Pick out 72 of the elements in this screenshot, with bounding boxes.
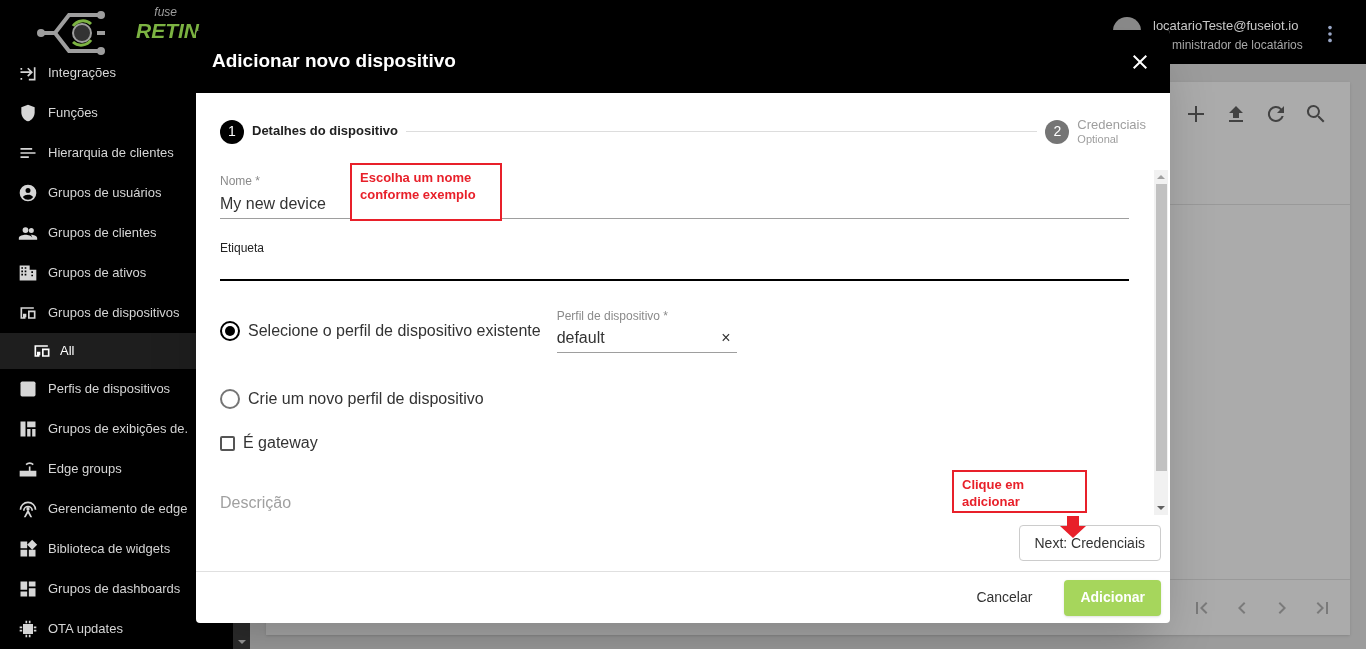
sidebar-item-label: Funções: [48, 104, 98, 123]
shield-icon: [18, 103, 38, 123]
radio-button[interactable]: [220, 389, 240, 409]
dialog-title: Adicionar novo dispositivo: [212, 49, 456, 74]
field-value: My new device: [220, 194, 326, 214]
sidebar-item-label: Integrações: [48, 64, 116, 83]
arrow: [1060, 516, 1086, 538]
sidebar-item-label: Grupos de ativos: [48, 264, 147, 283]
sidebar-item[interactable]: Grupos de ativos: [0, 253, 196, 293]
sidebar-item-label: Perfis de dispositivos: [48, 380, 171, 399]
chip-icon: [18, 619, 38, 639]
radio-option[interactable]: Crie um novo perfil de dispositivo: [220, 387, 484, 411]
radio-option[interactable]: Selecione o perfil de dispositivo existente: [220, 318, 541, 343]
cancel-button[interactable]: Cancelar: [976, 587, 1033, 608]
sidebar-item[interactable]: Biblioteca de widgets: [0, 529, 196, 569]
sidebar-item[interactable]: Grupos de exibições de.: [0, 409, 196, 449]
user-email: locatarioTeste@fuseiot.io: [1153, 17, 1299, 35]
sidebar-item-label: Grupos de dispositivos: [48, 304, 180, 323]
dashboard-icon: [18, 579, 38, 599]
scrollbar[interactable]: [233, 623, 250, 649]
user-role: ministrador de locatários: [1172, 37, 1303, 54]
sidebar-item-label: Gerenciamento de edge: [48, 500, 188, 519]
sidebar-item-label: Grupos de clientes: [48, 224, 157, 243]
logo-text: RETIN: [136, 20, 199, 41]
annotation-text: Clique em adicionar: [962, 476, 1026, 510]
clear-button[interactable]: ×: [721, 327, 731, 348]
gateway-checkbox[interactable]: É gateway: [220, 431, 1129, 455]
sidebar-item-label: Grupos de exibições de.: [48, 420, 189, 439]
sidebar-item[interactable]: OTA updates: [0, 609, 196, 649]
layout-icon: [18, 419, 38, 439]
sidebar-item-label: All: [60, 342, 75, 361]
sidebar-item[interactable]: Perfis de dispositivos: [0, 369, 196, 409]
field-label: Nome *: [220, 174, 260, 188]
sidebar-item[interactable]: Funções: [0, 93, 196, 133]
router-icon: [18, 459, 38, 479]
sidebar-subitem[interactable]: All: [0, 333, 196, 369]
widgets-icon: [18, 539, 38, 559]
sidebar-item-label: Grupos de dashboards: [48, 580, 181, 599]
sidebar-item[interactable]: Edge groups: [0, 449, 196, 489]
step-number: 1: [220, 119, 244, 144]
field-label: Perfil de dispositivo *: [556, 308, 669, 323]
step[interactable]: 2 Credenciais Optional: [1045, 116, 1146, 147]
sidebar-item-label: Biblioteca de widgets: [48, 540, 171, 559]
sidebar-item[interactable]: Integrações: [0, 53, 196, 93]
sidebar-item[interactable]: Hierarquia de clientes: [0, 133, 196, 173]
scrollbar[interactable]: [1154, 170, 1168, 515]
step[interactable]: 1 Detalhes do dispositivo: [220, 119, 398, 144]
checkbox[interactable]: [220, 435, 235, 451]
sidebar-item-label: Grupos de usuários: [48, 184, 162, 203]
profile-select-field[interactable]: Perfil de dispositivo * default ×: [556, 308, 737, 353]
sidebar-item-label: Edge groups: [48, 460, 122, 479]
sidebar-item[interactable]: Grupos de clientes: [0, 213, 196, 253]
antenna-icon: [18, 499, 38, 519]
label-field[interactable]: Etiqueta: [220, 241, 1129, 281]
field-value: default: [556, 327, 605, 348]
logo-subtitle: fuse: [154, 6, 178, 18]
step-number: 2: [1045, 119, 1070, 144]
sidebar-item[interactable]: Grupos de dashboards: [0, 569, 196, 609]
next-button[interactable]: Next: Credenciais: [1018, 525, 1161, 561]
building-icon: [18, 263, 38, 283]
square-icon: [18, 379, 38, 399]
sidebar-item[interactable]: Grupos de dispositivos: [0, 293, 196, 333]
sidebar-item-label: Hierarquia de clientes: [48, 144, 174, 163]
step-label: Detalhes do dispositivo: [252, 123, 398, 140]
sidebar-item[interactable]: Grupos de usuários: [0, 173, 196, 213]
field-label: Etiqueta: [220, 241, 266, 255]
sidebar-item[interactable]: Gerenciamento de edge: [0, 489, 196, 529]
step-hint: Optional: [1077, 132, 1120, 147]
step-label: Credenciais: [1077, 116, 1146, 133]
radio-button[interactable]: [220, 320, 240, 341]
sidebar-item-label: OTA updates: [48, 620, 123, 639]
annotation-text: Escolha um nome conforme exemplo: [360, 169, 477, 203]
